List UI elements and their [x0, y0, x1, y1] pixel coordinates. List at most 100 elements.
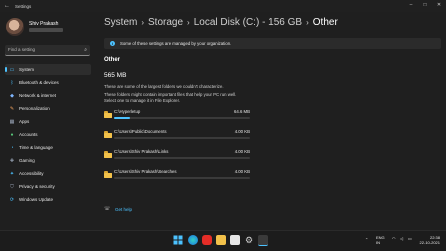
folder-icon	[104, 171, 112, 178]
breadcrumb-disk[interactable]: Local Disk (C:) - 156 GB	[194, 17, 302, 28]
file-explorer-icon[interactable]	[216, 235, 226, 245]
folder-size: 4.00 KB	[234, 169, 250, 174]
sidebar-item-label: Personalization	[19, 106, 50, 111]
wifi-icon: ◆	[10, 92, 14, 99]
sidebar-item-windows-update[interactable]: ⟳ Windows Update	[5, 194, 91, 205]
sidebar-item-label: Apps	[19, 119, 30, 124]
profile-email-redacted	[29, 28, 63, 32]
youtube-icon[interactable]	[202, 235, 212, 245]
profile-name: Shiv Prakash	[29, 21, 59, 27]
info-icon: i	[110, 40, 115, 46]
help-chat-icon: ☏	[104, 206, 111, 212]
maximize-button[interactable]: □	[418, 2, 432, 8]
folder-icon	[104, 111, 112, 118]
folder-item-hyperletup[interactable]: C:\Hyperletup 64.6 MB	[104, 109, 250, 129]
back-arrow-icon[interactable]: ←	[4, 3, 10, 9]
title-bar: ← Settings – □ ✕	[0, 0, 446, 12]
start-button[interactable]	[173, 235, 183, 245]
folder-path: C:\Users\Shiv Prakash\Links	[114, 149, 169, 154]
clock[interactable]: 22:38 22-10-2021	[420, 235, 440, 245]
folder-size: 4.00 KB	[234, 149, 250, 154]
gamepad-icon: ✚	[9, 157, 15, 164]
get-help-label: Get help	[115, 206, 133, 212]
folder-icon	[104, 151, 112, 158]
sidebar-item-personalization[interactable]: ✎ Personalization	[5, 103, 91, 114]
breadcrumb-system[interactable]: System	[104, 17, 137, 28]
sidebar-item-system[interactable]: ▭ System	[5, 64, 91, 75]
bluetooth-icon: ᛒ	[10, 79, 14, 86]
language-indicator[interactable]: ENG IN	[376, 235, 385, 245]
breadcrumb-storage[interactable]: Storage	[148, 17, 183, 28]
section-title: Other	[104, 57, 121, 63]
description-line-2: These folders might contain important fi…	[104, 92, 237, 97]
sidebar-item-accessibility[interactable]: ✦ Accessibility	[5, 168, 91, 179]
folder-icon	[104, 131, 112, 138]
tray-chevron-icon[interactable]: ⌃	[365, 237, 368, 242]
description-line-3: Select one to manage it in File Explorer…	[104, 98, 180, 103]
usage-bar-fill	[114, 117, 131, 119]
sidebar-item-label: Accounts	[19, 132, 38, 137]
globe-clock-icon: ◔	[10, 144, 14, 151]
sidebar-item-time-language[interactable]: ◔ Time & language	[5, 142, 91, 153]
managed-by-org-banner: i Some of these settings are managed by …	[104, 38, 441, 49]
search-box[interactable]: ⌕	[5, 45, 90, 56]
sidebar-item-label: Time & language	[19, 145, 53, 150]
monitor-icon: ▭	[9, 66, 15, 73]
sidebar-item-label: Bluetooth & devices	[19, 80, 59, 85]
usage-bar	[114, 157, 250, 159]
settings-gear-icon[interactable]: ⚙	[244, 235, 254, 245]
apps-icon: ▦	[9, 118, 15, 125]
shield-icon: ⛉	[10, 183, 14, 190]
taskbar: ⚙ ⌃ ENG IN ◠ ◁ ▭ 22:38 22-10-2021	[0, 230, 446, 251]
window-title: Settings	[15, 3, 32, 9]
avatar	[6, 18, 24, 36]
chevron-right-icon: ›	[306, 18, 309, 27]
edge-browser-icon[interactable]	[188, 235, 198, 245]
sidebar-item-network[interactable]: ◆ Network & internet	[5, 90, 91, 101]
usage-bar	[114, 177, 250, 179]
usage-bar	[114, 137, 250, 139]
breadcrumb-current: Other	[312, 17, 338, 28]
folder-item-public-documents[interactable]: C:\Users\Public\Documents 4.00 KB	[104, 129, 250, 149]
search-input[interactable]	[8, 46, 78, 53]
usage-bar	[114, 117, 250, 119]
brush-icon: ✎	[9, 105, 15, 112]
close-button[interactable]: ✕	[432, 2, 446, 8]
active-app-icon[interactable]	[258, 235, 268, 246]
volume-icon[interactable]: ◁	[400, 236, 403, 241]
active-indicator	[5, 67, 7, 72]
folder-size: 64.6 MB	[233, 109, 250, 114]
folder-size: 4.00 KB	[234, 129, 250, 134]
sidebar-item-label: Gaming	[19, 158, 35, 163]
folder-item-searches[interactable]: C:\Users\Shiv Prakash\Searches 4.00 KB	[104, 169, 250, 189]
main-content: System › Storage › Local Disk (C:) - 156 GB ›…	[96, 12, 446, 230]
description-line-1: These are some of the largest folders we…	[104, 84, 224, 89]
sidebar-item-apps[interactable]: ▦ Apps	[5, 116, 91, 127]
sidebar-item-gaming[interactable]: ✚ Gaming	[5, 155, 91, 166]
breadcrumb: System › Storage › Local Disk (C:) - 156 GB ›…	[104, 17, 338, 28]
region-code: IN	[376, 240, 380, 245]
chevron-right-icon: ›	[141, 18, 145, 27]
accessibility-icon: ✦	[9, 170, 15, 177]
folder-path: C:\Users\Public\Documents	[114, 129, 167, 134]
sidebar-item-label: Network & internet	[19, 93, 57, 98]
sidebar-item-label: Privacy & security	[19, 184, 55, 189]
folder-path: C:\Users\Shiv Prakash\Searches	[114, 169, 177, 174]
total-size: 565 MB	[104, 72, 127, 79]
battery-icon[interactable]: ▭	[408, 236, 412, 241]
sidebar-item-label: Windows Update	[19, 197, 54, 202]
windows-logo-icon	[173, 235, 183, 245]
search-icon[interactable]: ⌕	[84, 47, 87, 53]
folder-item-links[interactable]: C:\Users\Shiv Prakash\Links 4.00 KB	[104, 149, 250, 169]
sidebar-item-label: System	[19, 67, 35, 72]
sidebar-item-privacy[interactable]: ⛉ Privacy & security	[5, 181, 91, 192]
person-icon: ●	[10, 131, 14, 138]
sidebar-item-accounts[interactable]: ● Accounts	[5, 129, 91, 140]
store-icon[interactable]	[230, 235, 240, 245]
wifi-status-icon[interactable]: ◠	[392, 236, 396, 241]
sidebar-item-bluetooth[interactable]: ᛒ Bluetooth & devices	[5, 77, 91, 88]
minimize-button[interactable]: –	[404, 2, 418, 8]
chevron-right-icon: ›	[187, 18, 190, 27]
sidebar: Shiv Prakash ⌕ ▭ System ᛒ Bluetooth & de…	[0, 12, 96, 230]
clock-date: 22-10-2021	[419, 240, 440, 245]
